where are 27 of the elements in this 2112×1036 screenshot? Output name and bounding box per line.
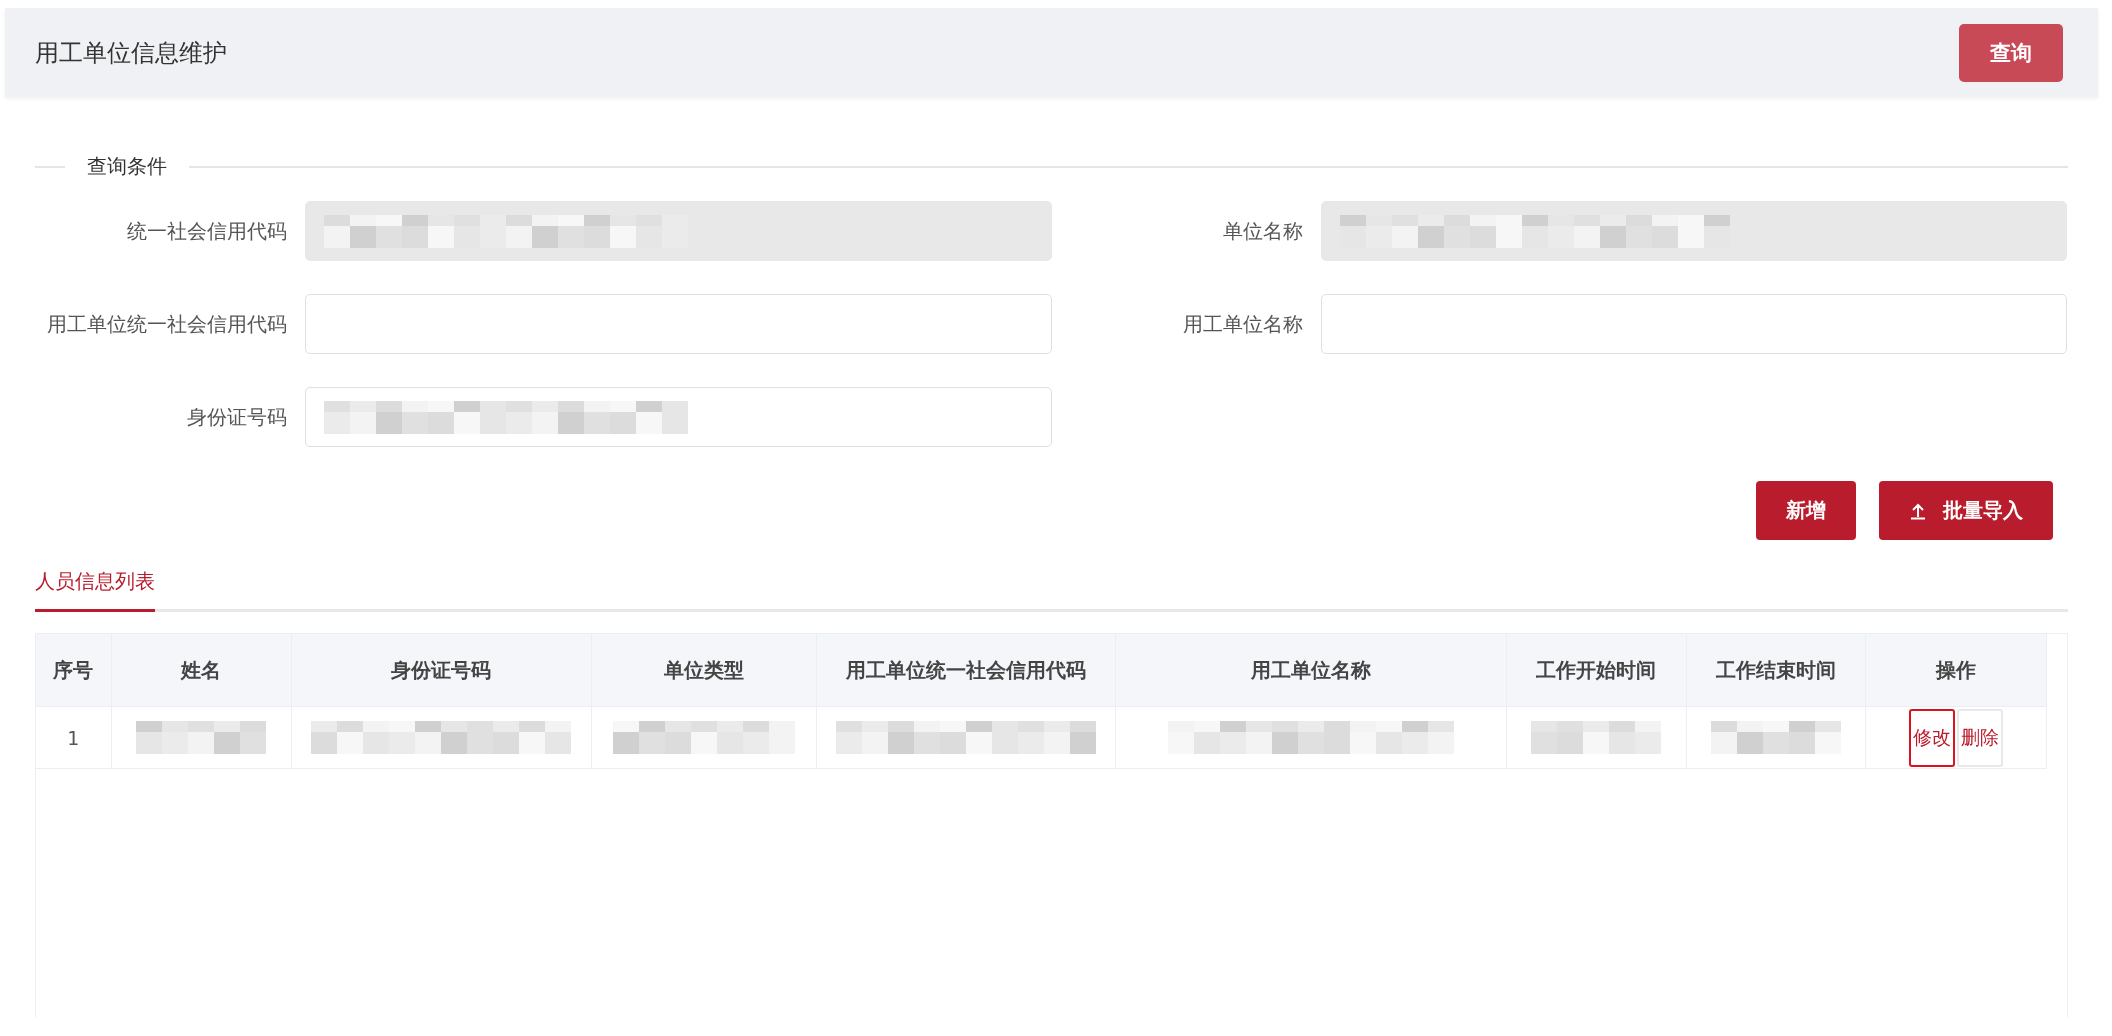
column-header: 序号: [36, 634, 111, 707]
query-button[interactable]: 查询: [1959, 23, 2063, 82]
add-button[interactable]: 新增: [1756, 481, 1856, 540]
page-title: 用工单位信息维护: [35, 37, 227, 69]
import-button[interactable]: 批量导入: [1879, 481, 2053, 540]
section-title: 查询条件: [87, 153, 167, 180]
field-label: 用工单位统一社会信用代码: [46, 310, 287, 338]
column-header: 身份证号码: [291, 634, 591, 707]
column-header: 用工单位统一社会信用代码: [816, 634, 1115, 707]
column-header: 工作结束时间: [1686, 634, 1865, 707]
field-label: 身份证号码: [186, 403, 287, 431]
column-header: 工作开始时间: [1506, 634, 1686, 707]
row-action-link[interactable]: 修改: [1908, 708, 1955, 767]
column-header: 单位类型: [591, 634, 816, 707]
field-label: 统一社会信用代码: [126, 217, 287, 245]
tab[interactable]: 人员信息列表: [35, 568, 155, 612]
column-header: 用工单位名称: [1115, 634, 1506, 707]
table-cell: 1: [36, 706, 111, 769]
upload-icon: [1909, 501, 1927, 520]
field-label: 单位名称: [1222, 217, 1303, 245]
input-field[interactable]: [305, 387, 1052, 447]
row-action-link[interactable]: 删除: [1956, 708, 2003, 767]
column-header: 操作: [1865, 634, 2046, 707]
column-header: 姓名: [111, 634, 291, 707]
input-field[interactable]: [305, 294, 1052, 354]
field-label: 用工单位名称: [1182, 310, 1303, 338]
input-field[interactable]: [1321, 294, 2067, 354]
